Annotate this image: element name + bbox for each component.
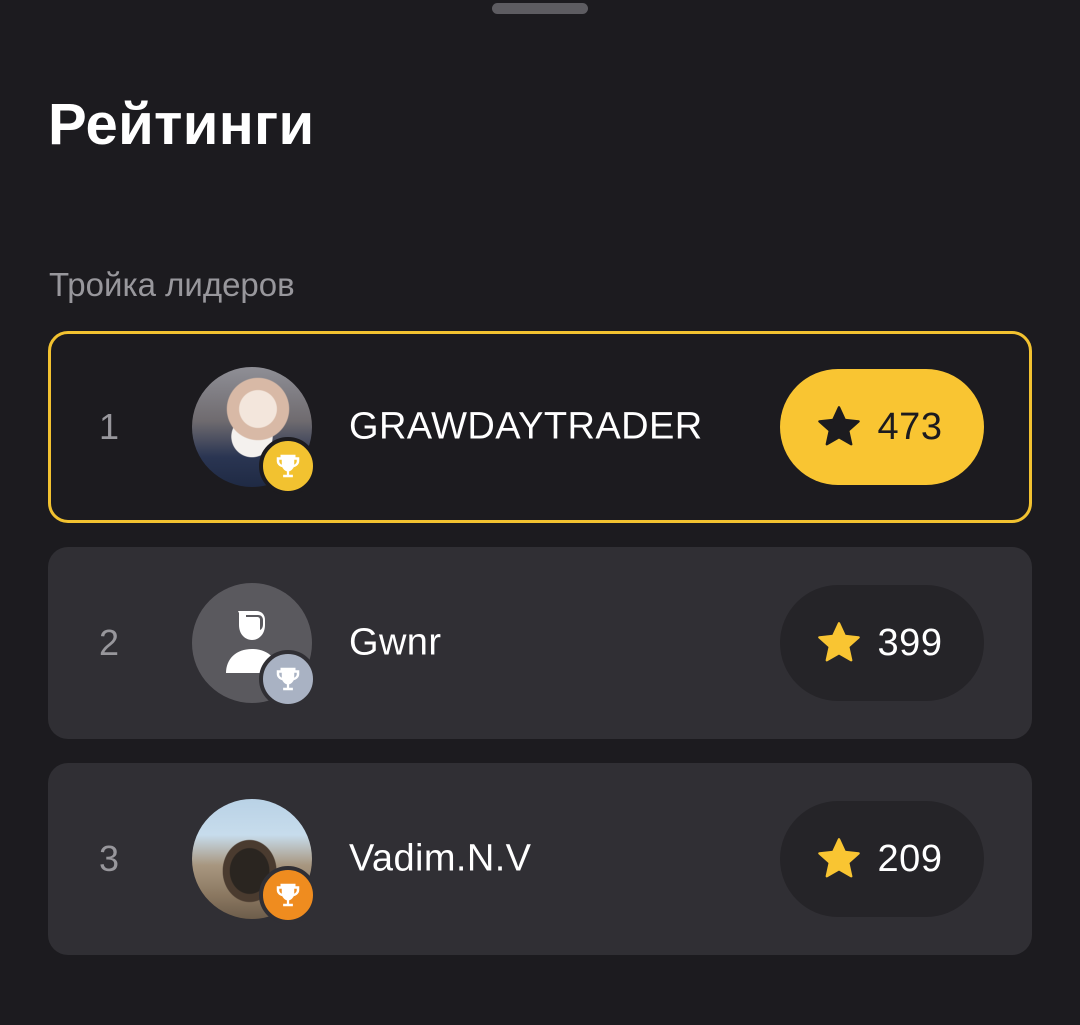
- ratings-sheet: Рейтинги Тройка лидеров 1 GRAWDAYTRADER …: [0, 0, 1080, 1025]
- star-icon: [817, 838, 860, 878]
- leaderboard-row-2[interactable]: 2 Gwnr 399: [48, 547, 1032, 739]
- score-value: 399: [877, 621, 943, 664]
- leaderboard-row-1[interactable]: 1 GRAWDAYTRADER 473: [48, 331, 1032, 523]
- drag-handle[interactable]: [492, 3, 588, 14]
- score-value: 473: [877, 405, 943, 448]
- page-title: Рейтинги: [48, 92, 315, 157]
- rank-number: 2: [98, 622, 120, 663]
- username: GRAWDAYTRADER: [349, 405, 703, 448]
- rank-number: 1: [98, 406, 120, 447]
- score-badge: 209: [780, 801, 984, 917]
- bronze-trophy-icon: [259, 866, 317, 924]
- leaderboard-row-3[interactable]: 3 Vadim.N.V 209: [48, 763, 1032, 955]
- silver-trophy-icon: [259, 650, 317, 708]
- star-icon: [817, 622, 860, 662]
- section-label-top-three: Тройка лидеров: [49, 266, 295, 303]
- star-icon: [817, 406, 860, 446]
- username: Vadim.N.V: [349, 837, 532, 880]
- score-value: 209: [877, 837, 943, 880]
- rank-number: 3: [98, 838, 120, 879]
- score-badge: 399: [780, 585, 984, 701]
- gold-trophy-icon: [259, 437, 317, 495]
- score-badge: 473: [780, 369, 984, 485]
- username: Gwnr: [349, 621, 442, 664]
